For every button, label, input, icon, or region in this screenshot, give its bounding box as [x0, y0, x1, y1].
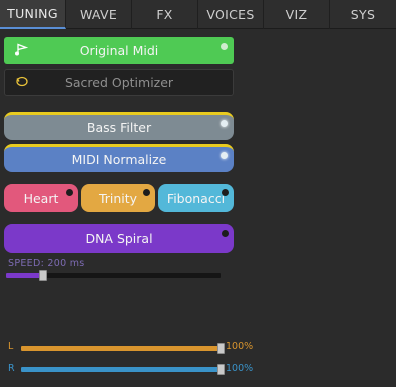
status-indicator-dot	[66, 189, 73, 196]
status-indicator-dot	[143, 189, 150, 196]
fibonacci-button[interactable]: Fibonacci	[158, 184, 234, 212]
bass-filter-label: Bass Filter	[86, 120, 152, 135]
midi-normalize-label: MIDI Normalize	[71, 152, 167, 167]
status-indicator-dot	[222, 230, 229, 237]
tab-voices[interactable]: VOICES	[198, 0, 264, 29]
tab-fx[interactable]: FX	[132, 0, 198, 29]
tab-tuning[interactable]: TUNING	[0, 0, 66, 29]
right-channel-label: R	[8, 363, 15, 374]
sacred-optimizer-label: Sacred Optimizer	[64, 75, 174, 90]
status-indicator-dot	[222, 189, 229, 196]
status-indicator-dot	[221, 43, 228, 50]
left-channel-slider-handle[interactable]	[217, 343, 225, 354]
trinity-button[interactable]: Trinity	[81, 184, 155, 212]
left-channel-slider-fill	[21, 346, 225, 351]
right-channel-slider-track[interactable]	[21, 367, 225, 372]
circle-arrow-icon	[15, 75, 29, 90]
right-channel-slider-fill	[21, 367, 225, 372]
tab-sys[interactable]: SYS	[330, 0, 396, 29]
right-channel-slider-handle[interactable]	[217, 364, 225, 375]
speed-slider-handle[interactable]	[39, 270, 47, 281]
left-channel-label: L	[8, 341, 14, 352]
music-note-flag-icon	[14, 42, 30, 59]
fibonacci-label: Fibonacci	[166, 190, 226, 206]
tab-wave[interactable]: WAVE	[66, 0, 132, 29]
right-channel-value: 100%	[226, 363, 254, 374]
status-indicator-dot	[221, 120, 228, 127]
heart-button[interactable]: Heart	[4, 184, 78, 212]
tab-bar: TUNING WAVE FX VOICES VIZ SYS	[0, 0, 396, 29]
bass-filter-button[interactable]: Bass Filter	[4, 112, 234, 140]
left-channel-value: 100%	[226, 341, 254, 352]
dna-spiral-button[interactable]: DNA Spiral	[4, 224, 234, 253]
left-channel-slider-track[interactable]	[21, 346, 225, 351]
speed-label: SPEED: 200 ms	[8, 258, 85, 269]
dna-spiral-label: DNA Spiral	[85, 231, 153, 246]
original-midi-label: Original Midi	[79, 43, 159, 58]
tab-viz[interactable]: VIZ	[264, 0, 330, 29]
midi-normalize-button[interactable]: MIDI Normalize	[4, 144, 234, 172]
heart-label: Heart	[23, 190, 59, 206]
sacred-optimizer-button[interactable]: Sacred Optimizer	[4, 69, 234, 96]
original-midi-button[interactable]: Original Midi	[4, 37, 234, 64]
trinity-label: Trinity	[98, 190, 138, 206]
status-indicator-dot	[221, 152, 228, 159]
speed-slider-fill	[6, 273, 43, 278]
